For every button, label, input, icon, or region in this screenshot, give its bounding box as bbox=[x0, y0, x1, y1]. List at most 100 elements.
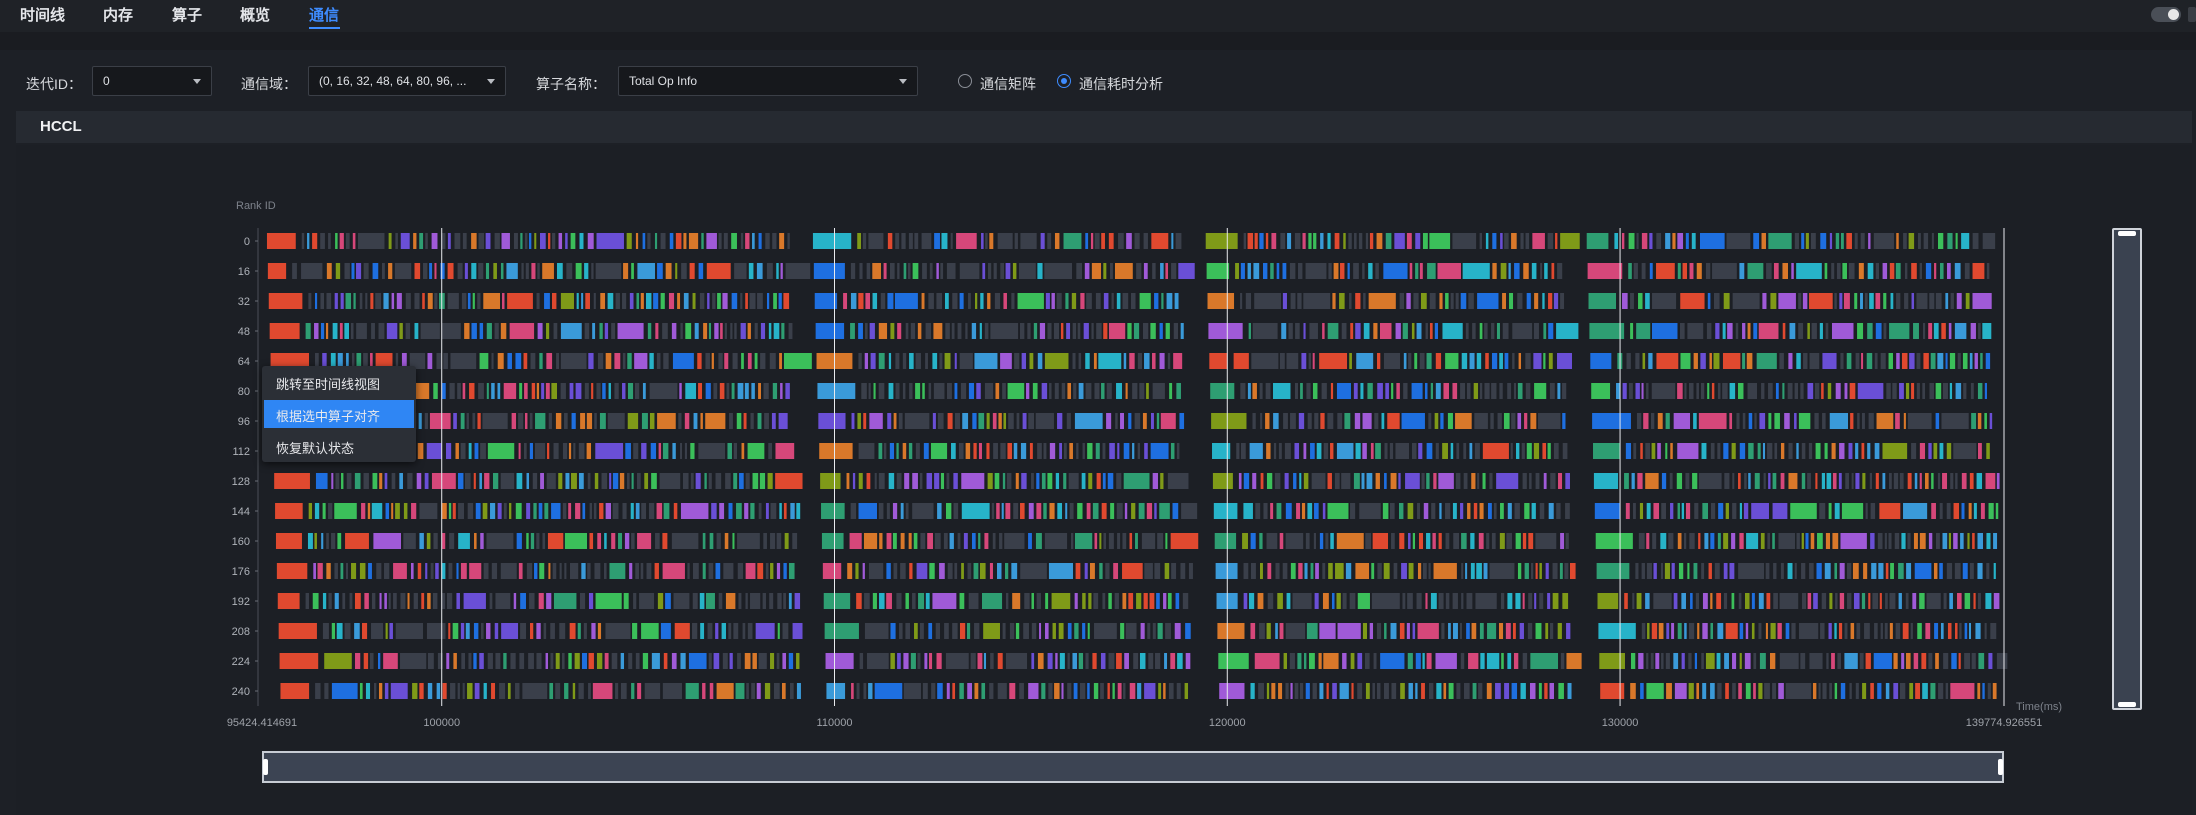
op-block bbox=[507, 683, 511, 699]
op-block bbox=[1476, 353, 1482, 369]
op-block bbox=[1152, 473, 1158, 489]
op-block bbox=[1426, 533, 1431, 549]
op-block bbox=[1152, 263, 1156, 279]
op-block bbox=[365, 293, 368, 309]
op-block bbox=[703, 323, 708, 339]
op-block bbox=[465, 623, 470, 639]
scroll-handle-right[interactable] bbox=[1998, 759, 2003, 775]
op-block bbox=[502, 293, 505, 309]
op-block bbox=[1426, 353, 1432, 369]
op-block bbox=[530, 623, 534, 639]
op-block bbox=[414, 323, 419, 339]
op-block bbox=[1418, 533, 1424, 549]
op-block bbox=[1673, 653, 1679, 669]
op-block bbox=[1928, 443, 1932, 459]
op-block bbox=[412, 683, 418, 699]
op-block bbox=[722, 653, 728, 669]
op-block bbox=[390, 683, 408, 699]
op-block bbox=[433, 533, 438, 549]
op-block bbox=[423, 263, 428, 279]
op-block bbox=[1971, 653, 1976, 669]
op-block bbox=[713, 383, 718, 399]
op-block bbox=[445, 443, 452, 459]
op-block bbox=[855, 563, 859, 579]
op-block bbox=[711, 353, 714, 369]
op-block bbox=[1722, 383, 1728, 399]
op-block bbox=[1139, 653, 1146, 669]
op-block bbox=[715, 473, 722, 489]
op-block bbox=[371, 593, 376, 609]
op-block bbox=[729, 653, 733, 669]
menu-item-align-selected[interactable]: 根据选中算子对齐 bbox=[264, 400, 414, 428]
op-block bbox=[1028, 503, 1034, 519]
op-block bbox=[851, 413, 855, 429]
op-block bbox=[1429, 293, 1436, 309]
scroll-handle-top[interactable] bbox=[2118, 231, 2136, 236]
op-block bbox=[1000, 443, 1006, 459]
op-block bbox=[1287, 233, 1292, 249]
op-block bbox=[904, 473, 910, 489]
op-block bbox=[486, 323, 492, 339]
op-block bbox=[1425, 593, 1428, 609]
op-block bbox=[673, 593, 690, 609]
op-block bbox=[971, 533, 976, 549]
menu-item-reset[interactable]: 恢复默认状态 bbox=[264, 432, 414, 460]
op-block bbox=[770, 563, 774, 579]
op-block bbox=[605, 623, 631, 639]
op-block bbox=[524, 383, 528, 399]
op-block bbox=[1951, 653, 1957, 669]
horizontal-scrollbar[interactable] bbox=[262, 751, 2004, 783]
op-block bbox=[672, 443, 676, 459]
op-block bbox=[1250, 533, 1256, 549]
op-block bbox=[1919, 533, 1926, 549]
op-block bbox=[1215, 563, 1238, 579]
op-block bbox=[672, 353, 694, 369]
op-block bbox=[1412, 623, 1416, 639]
op-block bbox=[373, 683, 377, 699]
vertical-scrollbar[interactable] bbox=[2112, 228, 2142, 710]
op-block bbox=[312, 233, 318, 249]
op-block bbox=[375, 293, 382, 309]
op-block bbox=[1827, 383, 1832, 399]
op-block bbox=[400, 233, 410, 249]
op-block bbox=[702, 533, 706, 549]
op-block bbox=[1949, 353, 1956, 369]
op-block bbox=[537, 263, 540, 279]
op-block bbox=[320, 233, 325, 249]
op-block bbox=[1782, 383, 1785, 399]
op-block bbox=[494, 623, 499, 639]
op-block bbox=[1507, 503, 1512, 519]
op-block bbox=[1026, 383, 1030, 399]
op-block bbox=[1133, 653, 1139, 669]
op-block bbox=[1304, 563, 1308, 579]
op-block bbox=[1946, 503, 1951, 519]
op-block bbox=[1810, 233, 1816, 249]
scroll-handle-left[interactable] bbox=[263, 759, 268, 775]
op-block bbox=[1745, 683, 1751, 699]
op-block bbox=[520, 623, 527, 639]
scroll-handle-bottom[interactable] bbox=[2118, 702, 2136, 707]
op-block bbox=[1443, 683, 1447, 699]
op-block bbox=[1341, 323, 1347, 339]
op-block bbox=[604, 653, 609, 669]
op-block bbox=[328, 593, 332, 609]
op-block bbox=[1732, 293, 1760, 309]
op-block bbox=[678, 413, 682, 429]
op-block bbox=[1180, 563, 1186, 579]
x-tick-label: 139774.926551 bbox=[1966, 717, 2042, 729]
op-block bbox=[335, 233, 338, 249]
op-block bbox=[1668, 533, 1674, 549]
op-block bbox=[910, 323, 916, 339]
op-block bbox=[697, 353, 702, 369]
op-block bbox=[1961, 473, 1967, 489]
menu-item-jump-timeline[interactable]: 跳转至时间线视图 bbox=[264, 368, 414, 396]
op-block bbox=[782, 623, 789, 639]
op-block bbox=[564, 413, 568, 429]
op-block bbox=[1925, 263, 1932, 279]
op-block bbox=[878, 353, 885, 369]
op-block bbox=[1140, 623, 1145, 639]
op-block bbox=[1491, 383, 1497, 399]
op-block bbox=[990, 653, 994, 669]
op-block bbox=[1825, 533, 1831, 549]
op-block bbox=[516, 533, 522, 549]
